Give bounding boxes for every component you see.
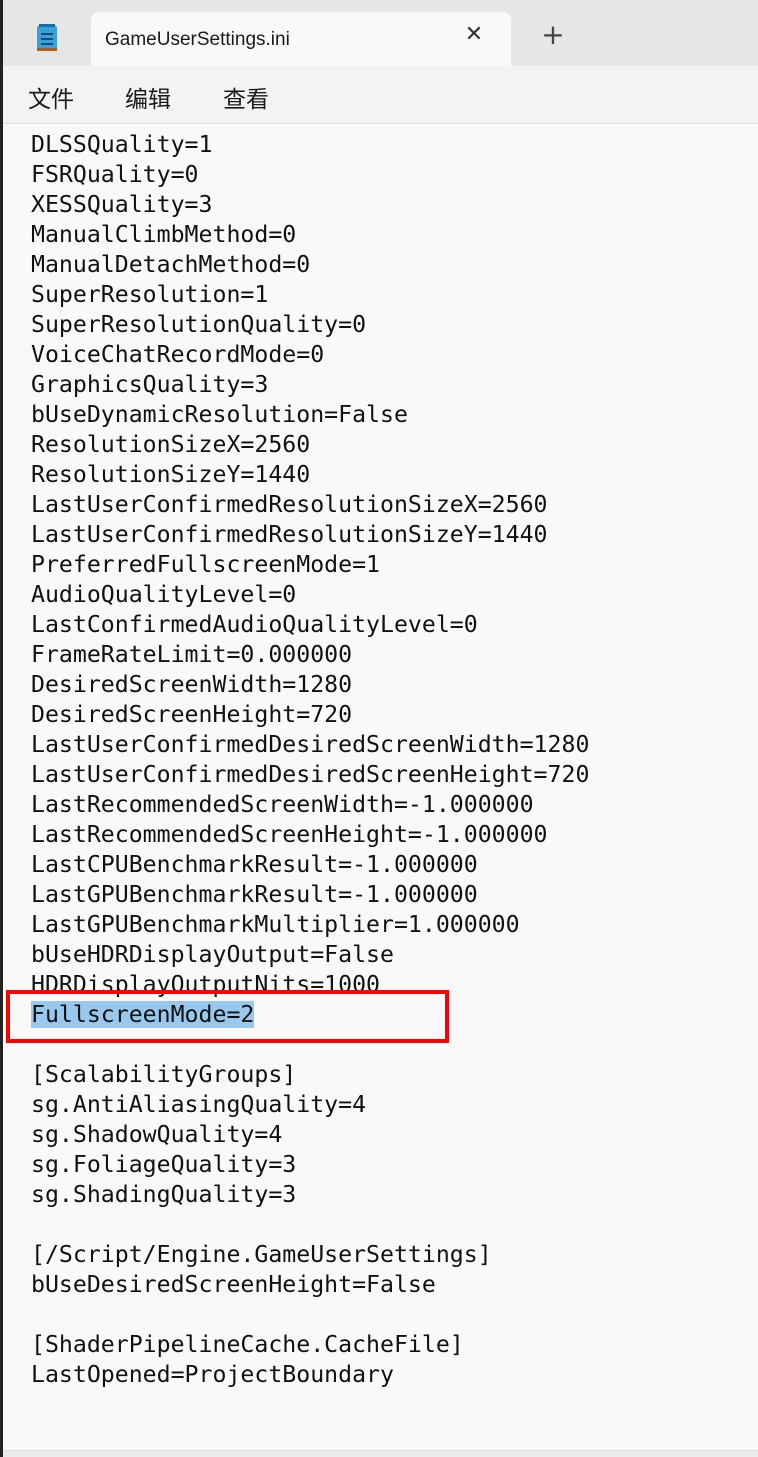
editor-line: LastGPUBenchmarkMultiplier=1.000000 — [31, 910, 589, 940]
line-text: GraphicsQuality=3 — [31, 371, 269, 398]
menu-edit[interactable]: 编辑 — [125, 80, 171, 114]
tab-title: GameUserSettings.ini — [105, 29, 290, 50]
tab-file[interactable]: GameUserSettings.ini ✕ — [91, 12, 511, 68]
line-text: LastUserConfirmedResolutionSizeY=1440 — [31, 521, 548, 548]
editor-line: ResolutionSizeX=2560 — [31, 430, 589, 460]
status-bar — [3, 1450, 758, 1457]
highlight-box — [6, 990, 449, 1043]
editor-line: DesiredScreenHeight=720 — [31, 700, 589, 730]
line-text: VoiceChatRecordMode=0 — [31, 341, 325, 368]
menu-view[interactable]: 查看 — [223, 80, 269, 114]
editor-lines: DLSSQuality=1 FSRQuality=0 XESSQuality=3 Ma… — [31, 124, 589, 1390]
line-text: ResolutionSizeX=2560 — [31, 431, 311, 458]
editor-line: sg.ShadowQuality=4 — [31, 1120, 589, 1150]
line-text: ManualClimbMethod=0 — [31, 221, 297, 248]
line-text: FrameRateLimit=0.000000 — [31, 641, 353, 668]
line-text: sg.ShadowQuality=4 — [31, 1121, 283, 1148]
editor-line: [ScalabilityGroups] — [31, 1060, 589, 1090]
editor-line: DesiredScreenWidth=1280 — [31, 670, 589, 700]
editor-line: ManualClimbMethod=0 — [31, 220, 589, 250]
editor-line: bUseHDRDisplayOutput=False — [31, 940, 589, 970]
editor-line: sg.FoliageQuality=3 — [31, 1150, 589, 1180]
editor-line: LastUserConfirmedResolutionSizeX=2560 — [31, 490, 589, 520]
line-text: bUseDynamicResolution=False — [31, 401, 408, 428]
text-editor[interactable]: DLSSQuality=1 FSRQuality=0 XESSQuality=3 Ma… — [3, 124, 758, 1450]
editor-line: sg.AntiAliasingQuality=4 — [31, 1090, 589, 1120]
editor-line: [ShaderPipelineCache.CacheFile] — [31, 1330, 589, 1360]
line-text: LastConfirmedAudioQualityLevel=0 — [31, 611, 478, 638]
editor-line: GraphicsQuality=3 — [31, 370, 589, 400]
title-bar: GameUserSettings.ini ✕ + — [3, 0, 758, 68]
menu-bar: 文件 编辑 查看 — [3, 66, 758, 124]
editor-line: LastUserConfirmedResolutionSizeY=1440 — [31, 520, 589, 550]
close-icon[interactable]: ✕ — [459, 22, 489, 47]
plus-icon[interactable]: + — [533, 20, 573, 50]
editor-line: LastOpened=ProjectBoundary — [31, 1360, 589, 1390]
line-text: ManualDetachMethod=0 — [31, 251, 311, 278]
editor-line: LastUserConfirmedDesiredScreenHeight=720 — [31, 760, 589, 790]
editor-line: LastConfirmedAudioQualityLevel=0 — [31, 610, 589, 640]
line-text: sg.ShadingQuality=3 — [31, 1181, 297, 1208]
editor-line: LastRecommendedScreenHeight=-1.000000 — [31, 820, 589, 850]
editor-line: bUseDynamicResolution=False — [31, 400, 589, 430]
editor-line: LastCPUBenchmarkResult=-1.000000 — [31, 850, 589, 880]
line-text: LastGPUBenchmarkResult=-1.000000 — [31, 881, 478, 908]
editor-line: ResolutionSizeY=1440 — [31, 460, 589, 490]
editor-line: LastUserConfirmedDesiredScreenWidth=1280 — [31, 730, 589, 760]
line-text: FSRQuality=0 — [31, 161, 199, 188]
line-text: SuperResolution=1 — [31, 281, 269, 308]
editor-line: DLSSQuality=1 — [31, 130, 589, 160]
editor-line: [/Script/Engine.GameUserSettings] — [31, 1240, 589, 1270]
line-text: SuperResolutionQuality=0 — [31, 311, 367, 338]
line-text: bUseHDRDisplayOutput=False — [31, 941, 394, 968]
line-text: LastOpened=ProjectBoundary — [31, 1361, 394, 1388]
editor-line: LastRecommendedScreenWidth=-1.000000 — [31, 790, 589, 820]
editor-line: SuperResolution=1 — [31, 280, 589, 310]
line-text: ResolutionSizeY=1440 — [31, 461, 311, 488]
line-text: LastCPUBenchmarkResult=-1.000000 — [31, 851, 478, 878]
line-text: LastUserConfirmedDesiredScreenWidth=1280 — [31, 731, 590, 758]
line-text: AudioQualityLevel=0 — [31, 581, 297, 608]
notepad-icon — [37, 24, 57, 51]
menu-file[interactable]: 文件 — [28, 80, 74, 114]
line-text: sg.FoliageQuality=3 — [31, 1151, 297, 1178]
line-text: PreferredFullscreenMode=1 — [31, 551, 381, 578]
line-text: LastGPUBenchmarkMultiplier=1.000000 — [31, 911, 520, 938]
editor-line: bUseDesiredScreenHeight=False — [31, 1270, 589, 1300]
editor-line: FSRQuality=0 — [31, 160, 589, 190]
line-text: bUseDesiredScreenHeight=False — [31, 1271, 436, 1298]
line-text: LastUserConfirmedResolutionSizeX=2560 — [31, 491, 548, 518]
editor-line: LastGPUBenchmarkResult=-1.000000 — [31, 880, 589, 910]
editor-line: SuperResolutionQuality=0 — [31, 310, 589, 340]
editor-line: VoiceChatRecordMode=0 — [31, 340, 589, 370]
editor-line: AudioQualityLevel=0 — [31, 580, 589, 610]
line-text: LastRecommendedScreenWidth=-1.000000 — [31, 791, 534, 818]
line-text: LastUserConfirmedDesiredScreenHeight=720 — [31, 761, 590, 788]
editor-line: FrameRateLimit=0.000000 — [31, 640, 589, 670]
line-text: [/Script/Engine.GameUserSettings] — [31, 1241, 492, 1268]
editor-line: ManualDetachMethod=0 — [31, 250, 589, 280]
line-text: [ShaderPipelineCache.CacheFile] — [31, 1331, 464, 1358]
editor-line: PreferredFullscreenMode=1 — [31, 550, 589, 580]
line-text: LastRecommendedScreenHeight=-1.000000 — [31, 821, 548, 848]
editor-line: XESSQuality=3 — [31, 190, 589, 220]
line-text: XESSQuality=3 — [31, 191, 213, 218]
line-text: DLSSQuality=1 — [31, 131, 213, 158]
line-text: [ScalabilityGroups] — [31, 1061, 297, 1088]
line-text: DesiredScreenWidth=1280 — [31, 671, 353, 698]
editor-line: sg.ShadingQuality=3 — [31, 1180, 589, 1210]
line-text: DesiredScreenHeight=720 — [31, 701, 353, 728]
line-text: sg.AntiAliasingQuality=4 — [31, 1091, 367, 1118]
